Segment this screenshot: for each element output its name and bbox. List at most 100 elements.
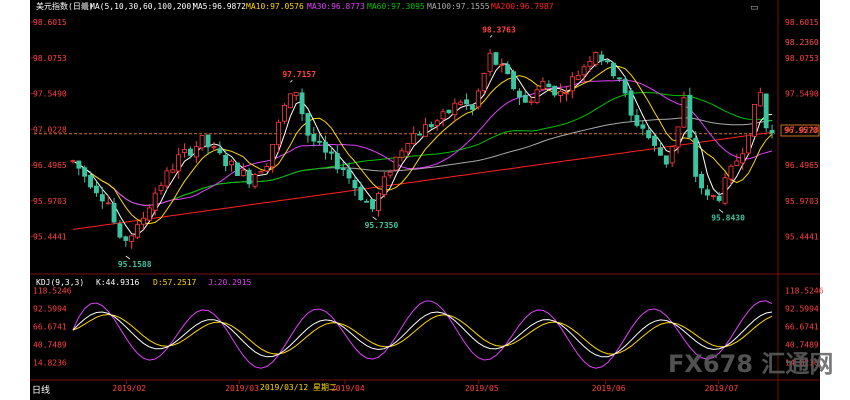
candle-up[interactable] xyxy=(734,160,740,166)
candle-down[interactable] xyxy=(663,155,669,165)
candle-up[interactable] xyxy=(722,177,728,204)
candle-up[interactable] xyxy=(528,100,534,103)
candle-down[interactable] xyxy=(88,174,93,188)
candle-up[interactable] xyxy=(757,92,763,107)
candle-up[interactable] xyxy=(422,124,428,137)
candle-down[interactable] xyxy=(634,115,640,126)
candle-up[interactable] xyxy=(569,76,575,92)
candle-down[interactable] xyxy=(352,179,358,189)
candle-down[interactable] xyxy=(323,141,328,153)
candle-down[interactable] xyxy=(716,195,722,201)
candle-up[interactable] xyxy=(540,80,546,90)
candle-up[interactable] xyxy=(293,92,299,96)
candle-down[interactable] xyxy=(358,186,364,201)
candle-down[interactable] xyxy=(428,124,434,128)
candle-down[interactable] xyxy=(646,130,652,139)
period-tab[interactable]: 日线 xyxy=(32,384,50,396)
candle-up[interactable] xyxy=(399,150,405,158)
candle-down[interactable] xyxy=(223,154,229,167)
candle-up[interactable] xyxy=(740,153,746,164)
candle-down[interactable] xyxy=(446,109,452,114)
candle-up[interactable] xyxy=(135,224,140,238)
ma-indicator-icon[interactable] xyxy=(82,3,88,9)
candle-up[interactable] xyxy=(252,174,258,187)
candle-down[interactable] xyxy=(370,198,375,210)
candle-down[interactable] xyxy=(699,173,704,189)
candle-up[interactable] xyxy=(675,126,681,148)
candle-down[interactable] xyxy=(82,167,88,177)
candle-up[interactable] xyxy=(140,217,146,225)
candle-down[interactable] xyxy=(517,90,522,98)
candle-down[interactable] xyxy=(658,147,663,156)
candle-up[interactable] xyxy=(199,135,205,149)
candle-down[interactable] xyxy=(246,169,252,185)
candle-up[interactable] xyxy=(146,207,152,221)
candle-down[interactable] xyxy=(346,169,352,179)
candle-up[interactable] xyxy=(170,169,176,173)
candle-down[interactable] xyxy=(469,104,475,110)
candle-up[interactable] xyxy=(387,171,393,176)
candle-up[interactable] xyxy=(229,160,234,166)
candle-up[interactable] xyxy=(240,169,246,176)
candle-down[interactable] xyxy=(205,134,211,148)
candle-down[interactable] xyxy=(187,148,193,156)
menu-icon[interactable]: ▭ xyxy=(750,3,759,13)
candle-up[interactable] xyxy=(287,93,293,109)
candle-up[interactable] xyxy=(564,92,569,95)
candle-up[interactable] xyxy=(440,111,446,120)
candle-down[interactable] xyxy=(763,93,769,129)
candle-down[interactable] xyxy=(546,83,552,88)
candle-down[interactable] xyxy=(123,236,129,241)
candle-down[interactable] xyxy=(234,162,240,177)
candle-up[interactable] xyxy=(458,101,464,105)
candle-down[interactable] xyxy=(769,129,775,134)
candle-down[interactable] xyxy=(299,92,305,115)
candle-up[interactable] xyxy=(276,121,281,146)
candle-up[interactable] xyxy=(70,160,76,163)
candle-up[interactable] xyxy=(211,146,217,149)
candle-up[interactable] xyxy=(499,64,505,66)
candle-down[interactable] xyxy=(511,71,516,90)
candle-up[interactable] xyxy=(158,185,164,192)
candle-down[interactable] xyxy=(334,153,340,170)
candle-down[interactable] xyxy=(111,202,117,223)
candle-down[interactable] xyxy=(417,133,422,136)
candle-down[interactable] xyxy=(628,90,634,116)
candle-up[interactable] xyxy=(281,105,287,122)
candle-up[interactable] xyxy=(452,102,458,116)
candle-up[interactable] xyxy=(710,195,716,197)
price-chart[interactable]: 98.6015 98.6015 98.0753 98.0753 97.5490 97.54… xyxy=(0,0,850,400)
candle-up[interactable] xyxy=(575,75,581,80)
candle-up[interactable] xyxy=(587,61,593,67)
candle-down[interactable] xyxy=(94,185,99,194)
candle-up[interactable] xyxy=(152,192,158,211)
candle-up[interactable] xyxy=(475,90,481,108)
candle-down[interactable] xyxy=(622,79,628,94)
candle-down[interactable] xyxy=(693,138,699,177)
candle-up[interactable] xyxy=(258,171,264,174)
candle-up[interactable] xyxy=(669,146,675,164)
candle-down[interactable] xyxy=(311,133,317,142)
candle-up[interactable] xyxy=(270,143,276,168)
candle-up[interactable] xyxy=(129,235,135,242)
candle-up[interactable] xyxy=(487,52,493,73)
candle-down[interactable] xyxy=(522,94,528,103)
candle-up[interactable] xyxy=(105,202,111,205)
candle-down[interactable] xyxy=(364,200,370,203)
candle-up[interactable] xyxy=(534,89,540,103)
candle-up[interactable] xyxy=(558,91,563,96)
candle-down[interactable] xyxy=(340,167,346,171)
candle-up[interactable] xyxy=(405,143,411,153)
candle-up[interactable] xyxy=(393,156,399,171)
candle-up[interactable] xyxy=(193,146,199,158)
candle-down[interactable] xyxy=(493,52,499,65)
candle-down[interactable] xyxy=(117,223,123,238)
candle-up[interactable] xyxy=(593,52,599,65)
candle-down[interactable] xyxy=(317,140,323,143)
candle-up[interactable] xyxy=(264,166,270,172)
candle-down[interactable] xyxy=(552,85,558,96)
candle-up[interactable] xyxy=(581,66,587,76)
candle-down[interactable] xyxy=(99,194,105,202)
candle-up[interactable] xyxy=(752,104,757,137)
candle-down[interactable] xyxy=(640,124,646,129)
